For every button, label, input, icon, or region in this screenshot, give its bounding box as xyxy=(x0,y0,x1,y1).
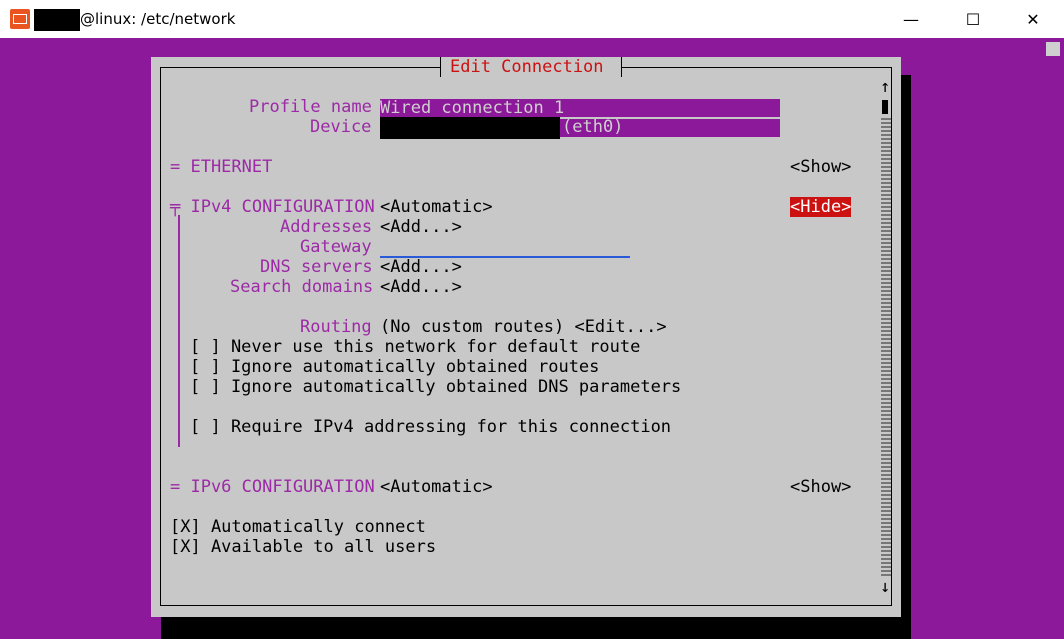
device-label: Device xyxy=(310,117,372,137)
close-button[interactable]: ✕ xyxy=(1010,4,1056,34)
minimize-button[interactable]: — xyxy=(888,4,934,34)
require-ipv4-checkbox[interactable]: [ ] Require IPv4 addressing for this con… xyxy=(190,417,671,437)
ipv4-mode-dropdown[interactable]: <Automatic> xyxy=(380,197,493,217)
ipv4-section-bracket xyxy=(178,215,180,447)
dialog-title: Edit Connection xyxy=(450,57,604,77)
dialog-scrollbar-thumb[interactable] xyxy=(882,100,888,114)
auto-connect-checkbox[interactable]: [X] Automatically connect xyxy=(170,517,426,537)
redacted-username xyxy=(34,9,80,31)
ipv4-section-label: ╤ IPv4 CONFIGURATION xyxy=(170,197,375,217)
search-domains-add-button[interactable]: <Add...> xyxy=(380,277,462,297)
ipv6-show-button[interactable]: <Show> xyxy=(790,477,851,497)
profile-name-input[interactable]: Wired connection 1 xyxy=(380,99,780,117)
routing-edit-button[interactable]: (No custom routes) <Edit...> xyxy=(380,317,667,337)
ipv4-hide-button[interactable]: <Hide> xyxy=(790,197,852,217)
ignore-routes-checkbox[interactable]: [ ] Ignore automatically obtained routes xyxy=(190,357,599,377)
profile-name-label: Profile name xyxy=(249,97,372,117)
addresses-label: Addresses xyxy=(280,217,373,237)
dns-servers-label: DNS servers xyxy=(260,257,373,277)
ethernet-section-label: = ETHERNET xyxy=(170,157,273,177)
never-default-route-checkbox[interactable]: [ ] Never use this network for default r… xyxy=(190,337,640,357)
dialog-scrollbar-track[interactable] xyxy=(881,118,891,576)
window-scrollbar-thumb[interactable] xyxy=(1046,42,1060,56)
ethernet-show-button[interactable]: <Show> xyxy=(790,157,851,177)
window-scrollbar[interactable] xyxy=(1043,38,1064,639)
redacted-mac xyxy=(380,117,560,139)
window-title: @linux: /etc/network xyxy=(80,10,236,28)
ignore-dns-checkbox[interactable]: [ ] Ignore automatically obtained DNS pa… xyxy=(190,377,681,397)
maximize-button[interactable]: ☐ xyxy=(950,4,996,34)
scroll-up-arrow-icon[interactable]: ↑ xyxy=(880,77,890,97)
scroll-down-arrow-icon[interactable]: ↓ xyxy=(880,577,890,597)
gateway-label: Gateway xyxy=(300,237,372,257)
ipv6-section-label: = IPv6 CONFIGURATION xyxy=(170,477,375,497)
routing-label: Routing xyxy=(300,317,372,337)
device-suffix: (eth0) xyxy=(562,117,624,137)
search-domains-label: Search domains xyxy=(230,277,374,297)
title-bar: @linux: /etc/network — ☐ ✕ xyxy=(0,0,1064,38)
dns-add-button[interactable]: <Add...> xyxy=(380,257,462,277)
ipv6-mode-dropdown[interactable]: <Automatic> xyxy=(380,477,493,497)
terminal-app-icon xyxy=(10,9,30,29)
addresses-add-button[interactable]: <Add...> xyxy=(380,217,462,237)
available-all-users-checkbox[interactable]: [X] Available to all users xyxy=(170,537,436,557)
